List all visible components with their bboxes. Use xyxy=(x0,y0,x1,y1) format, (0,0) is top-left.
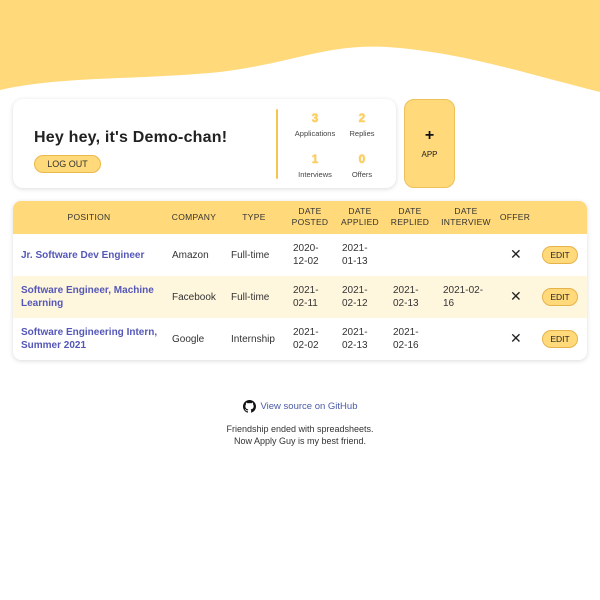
position-link[interactable]: Software Engineering Intern, Summer 2021 xyxy=(21,326,161,352)
add-app-label: APP xyxy=(421,150,438,159)
date-posted-cell: 2021- 02-02 xyxy=(293,327,319,351)
edit-button[interactable]: EDIT xyxy=(542,246,578,264)
stat-replies-label: Replies xyxy=(349,129,375,138)
date-applied-cell: 2021- 02-13 xyxy=(342,327,368,351)
footer-line-2: Now Apply Guy is my best friend. xyxy=(233,436,367,446)
stat-replies-value: 2 xyxy=(358,111,366,125)
date-applied-cell: 2021- 02-12 xyxy=(342,285,368,309)
add-app-button[interactable]: + APP xyxy=(404,99,455,188)
github-icon xyxy=(242,400,256,413)
footer: View source on GitHub Friendship ended w… xyxy=(0,400,600,447)
type-cell: Full-time xyxy=(231,250,270,261)
date-replied-cell: 2021- 02-16 xyxy=(393,327,419,351)
company-cell: Facebook xyxy=(172,292,216,303)
table-header: POSITION COMPANY TYPE DATE POSTED DATE APP… xyxy=(13,201,587,234)
edit-button[interactable]: EDIT xyxy=(542,288,578,306)
date-applied-cell: 2021- 01-13 xyxy=(342,243,368,267)
edit-button[interactable]: EDIT xyxy=(542,330,578,348)
profile-card: Hey hey, it's Demo-chan! LOG OUT 3 Appli… xyxy=(13,99,396,188)
stat-offers: 0 Offers xyxy=(332,152,392,179)
type-cell: Full-time xyxy=(231,292,270,303)
table-row: Software Engineer, Machine Learning Faceb… xyxy=(13,276,587,318)
header-date-replied: DATE REPLIED xyxy=(390,206,430,227)
header-date-posted: DATE POSTED xyxy=(291,206,329,227)
date-interview-cell: 2021-02- 16 xyxy=(443,285,484,309)
table-row: Software Engineering Intern, Summer 2021 … xyxy=(13,318,587,360)
date-posted-cell: 2020- 12-02 xyxy=(293,243,319,267)
offer-x-icon: ✕ xyxy=(510,246,522,262)
date-replied-cell: 2021- 02-13 xyxy=(393,285,419,309)
stats-divider xyxy=(276,109,278,179)
table-row: Jr. Software Dev Engineer Amazon Full-ti… xyxy=(13,234,587,276)
applications-table: POSITION COMPANY TYPE DATE POSTED DATE APP… xyxy=(13,201,587,360)
offer-x-icon: ✕ xyxy=(510,288,522,304)
position-link[interactable]: Software Engineer, Machine Learning xyxy=(21,284,161,310)
company-cell: Google xyxy=(172,334,205,345)
github-link-text: View source on GitHub xyxy=(260,401,358,412)
type-cell: Internship xyxy=(231,334,275,345)
stat-offers-value: 0 xyxy=(358,152,366,166)
header-offer: OFFER xyxy=(499,212,531,222)
company-cell: Amazon xyxy=(172,250,209,261)
header-date-interview: DATE INTERVIEW xyxy=(441,206,491,227)
date-posted-cell: 2021- 02-11 xyxy=(293,285,319,309)
plus-icon: + xyxy=(424,127,435,144)
stat-replies: 2 Replies xyxy=(332,111,392,138)
position-link[interactable]: Jr. Software Dev Engineer xyxy=(21,249,161,262)
header-date-applied: DATE APPLIED xyxy=(340,206,379,227)
header-type: TYPE xyxy=(242,212,266,222)
greeting-text: Hey hey, it's Demo-chan! xyxy=(34,129,228,146)
stat-offers-label: Offers xyxy=(351,170,373,179)
header-company: COMPANY xyxy=(171,212,217,222)
header-wave xyxy=(0,0,600,92)
offer-x-icon: ✕ xyxy=(510,330,522,346)
logout-button[interactable]: LOG OUT xyxy=(34,155,101,173)
github-link[interactable]: View source on GitHub xyxy=(242,400,358,413)
footer-line-1: Friendship ended with spreadsheets. xyxy=(226,424,374,434)
header-position: POSITION xyxy=(67,212,111,222)
